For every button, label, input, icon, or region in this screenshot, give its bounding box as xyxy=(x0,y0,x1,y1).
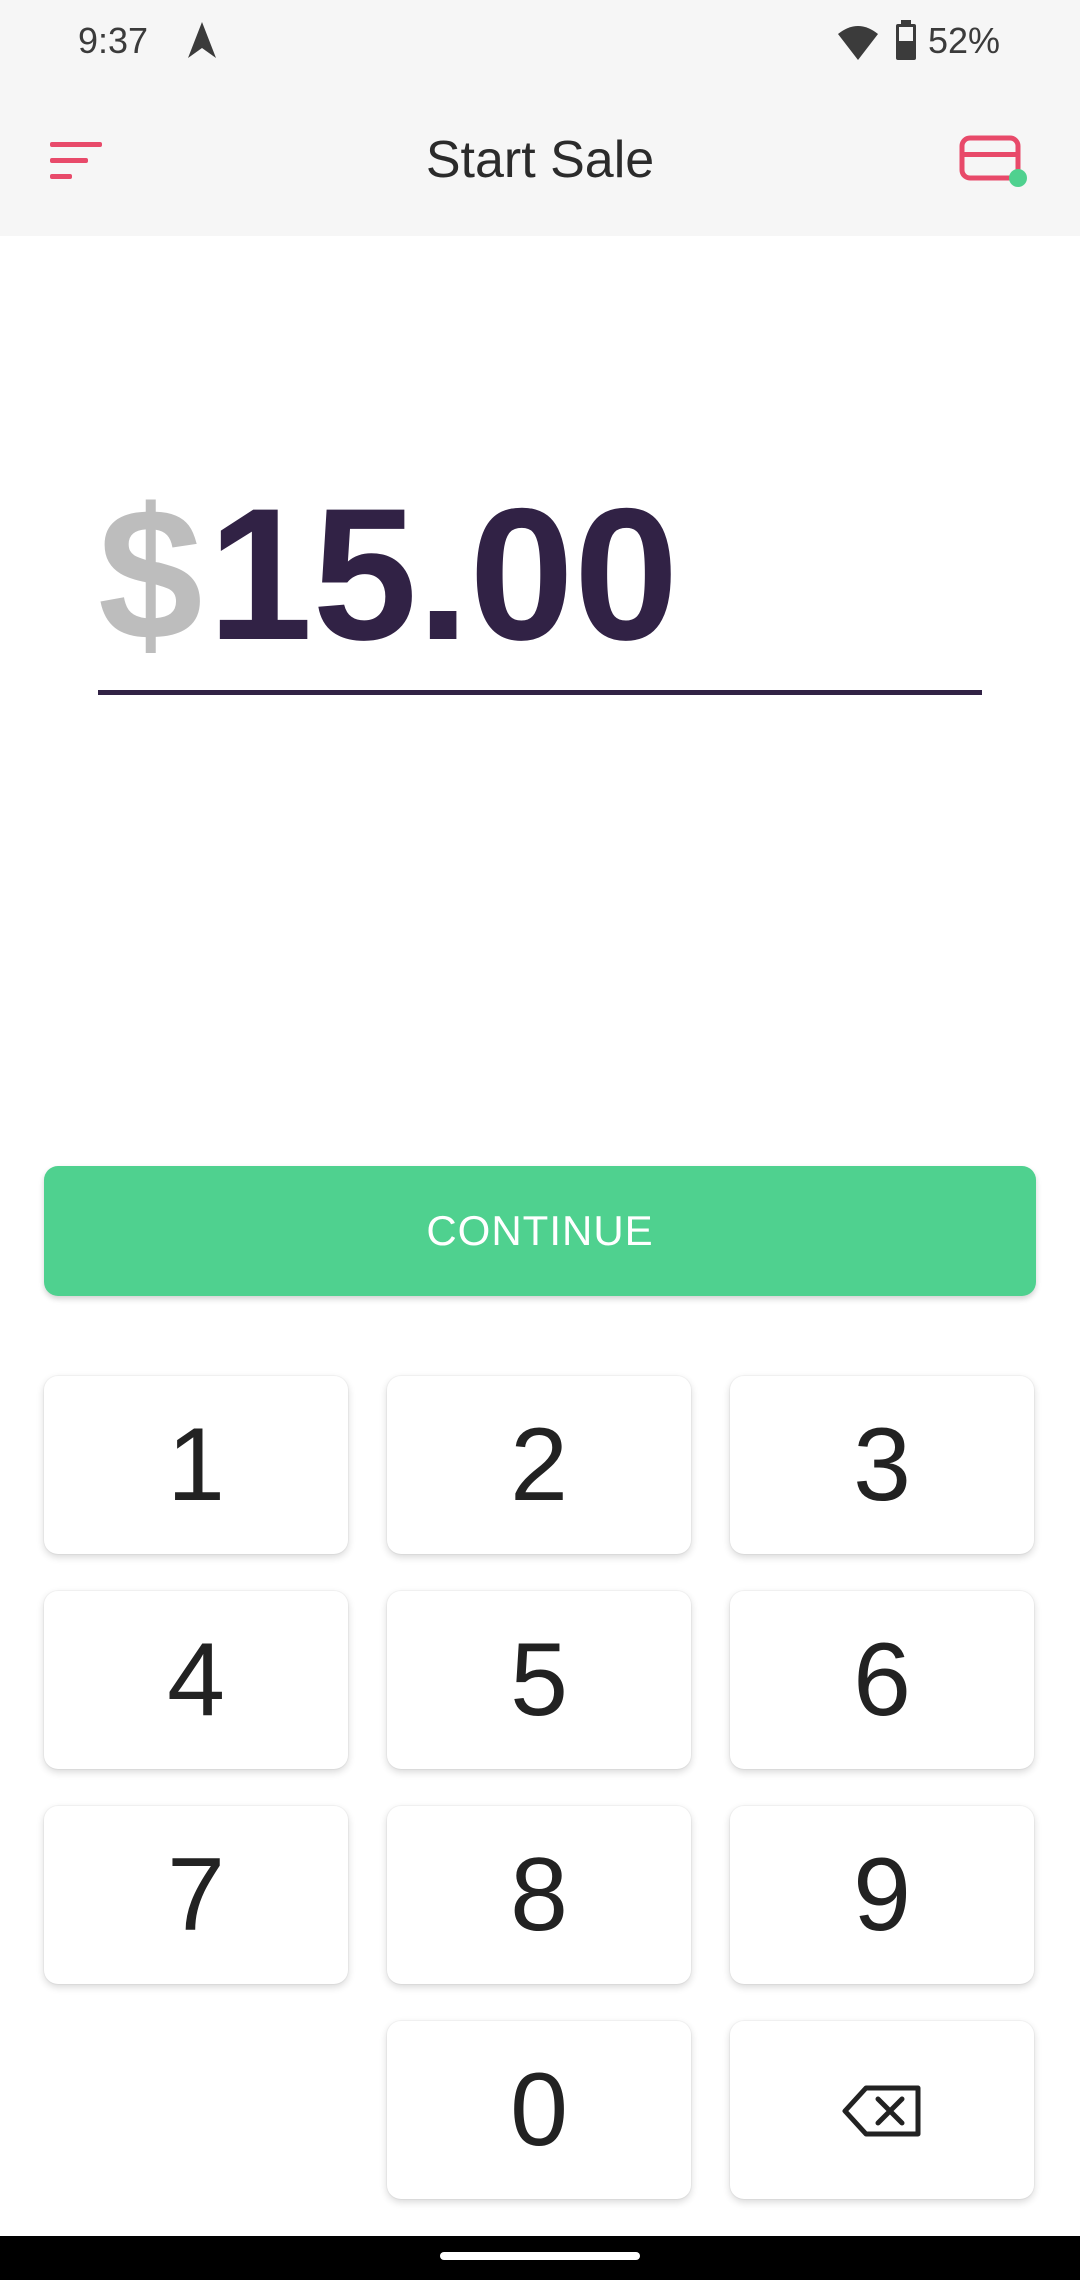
key-8[interactable]: 8 xyxy=(387,1806,691,1984)
key-3[interactable]: 3 xyxy=(730,1376,1034,1554)
currency-symbol: $ xyxy=(98,469,203,679)
navigation-arrow-icon xyxy=(188,22,216,58)
status-bar: 9:37 52% xyxy=(0,0,1080,88)
key-4[interactable]: 4 xyxy=(44,1591,348,1769)
system-navigation-bar xyxy=(0,2236,1080,2280)
home-indicator[interactable] xyxy=(440,2252,640,2260)
card-reader-icon xyxy=(959,135,1027,187)
backspace-key[interactable] xyxy=(730,2021,1034,2199)
key-9[interactable]: 9 xyxy=(730,1806,1034,1984)
battery-percent: 52% xyxy=(928,20,1001,61)
amount-field[interactable]: $ 15.00 xyxy=(98,480,982,695)
key-7[interactable]: 7 xyxy=(44,1806,348,1984)
key-1[interactable]: 1 xyxy=(44,1376,348,1554)
amount-value: 15.00 xyxy=(208,469,679,679)
backspace-icon xyxy=(842,2085,921,2137)
battery-icon xyxy=(896,20,916,60)
page-title: Start Sale xyxy=(425,131,655,189)
card-reader-button[interactable] xyxy=(958,134,1030,194)
key-0[interactable]: 0 xyxy=(387,2021,691,2199)
status-time: 9:37 xyxy=(78,20,149,61)
key-6[interactable]: 6 xyxy=(730,1591,1034,1769)
continue-button[interactable]: CONTINUE xyxy=(44,1166,1036,1296)
key-2[interactable]: 2 xyxy=(387,1376,691,1554)
wifi-icon xyxy=(838,26,878,60)
key-5[interactable]: 5 xyxy=(387,1591,691,1769)
app-bar: Start Sale xyxy=(0,88,1080,236)
